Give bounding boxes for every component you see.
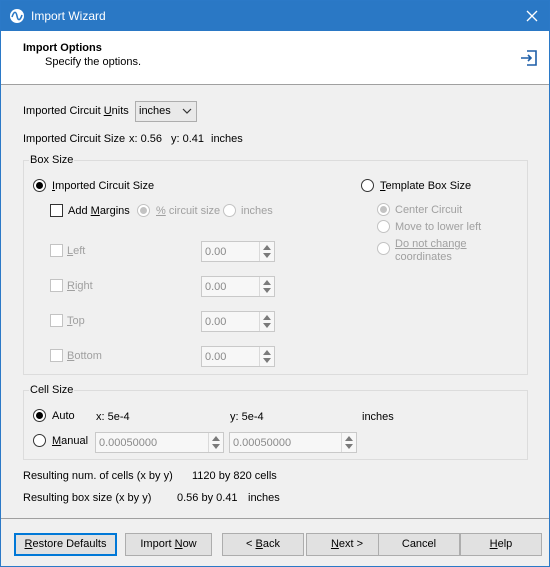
next-button[interactable]: Next > [306, 533, 388, 556]
title-bar: Import Wizard [1, 1, 549, 31]
result-box-value: 0.56 by 0.41 [177, 492, 238, 504]
cancel-button[interactable]: Cancel [378, 533, 460, 556]
bottom-margin-checkbox[interactable] [50, 349, 63, 362]
back-button[interactable]: < Back [222, 533, 304, 556]
lower-left-radio[interactable] [377, 220, 390, 233]
spin-arrows[interactable] [208, 433, 223, 452]
caret-down-icon [263, 358, 271, 363]
lower-left-label: Move to lower left [395, 221, 482, 233]
circuit-size-y: y: 0.41 [171, 133, 205, 145]
top-margin-stepper[interactable]: 0.00 [201, 311, 275, 332]
restore-defaults-button[interactable]: Restore Defaults [14, 533, 117, 556]
box-size-legend: Box Size [29, 154, 75, 166]
circuit-size-unit: inches [211, 133, 243, 145]
caret-down-icon [263, 288, 271, 293]
left-margin-stepper[interactable]: 0.00 [201, 241, 275, 262]
units-select[interactable]: inches [135, 101, 197, 122]
manual-label: Manual [52, 435, 89, 447]
caret-down-icon [263, 253, 271, 258]
bottom-margin-label: Bottom [67, 350, 102, 362]
caret-up-icon [263, 350, 271, 355]
units-label: Imported Circuit Units [23, 105, 129, 117]
spin-arrows[interactable] [259, 347, 274, 366]
add-margins-checkbox[interactable] [50, 204, 63, 217]
units-value: inches [139, 105, 171, 117]
footer-divider [1, 518, 549, 519]
bottom-margin-value: 0.00 [205, 351, 227, 363]
caret-down-icon [212, 444, 220, 449]
close-button[interactable] [515, 1, 549, 31]
app-logo-icon [10, 9, 24, 23]
margin-inches-radio[interactable] [223, 204, 236, 217]
right-margin-value: 0.00 [205, 281, 227, 293]
auto-label: Auto [52, 410, 75, 422]
circuit-size-label: Imported Circuit Size [23, 133, 126, 145]
imported-size-label: Imported Circuit Size [52, 180, 155, 192]
caret-up-icon [263, 315, 271, 320]
wizard-header: Import Options Specify the options. [1, 31, 549, 85]
caret-up-icon [263, 245, 271, 250]
margin-inches-label: inches [241, 205, 273, 217]
page-title: Import Options [23, 42, 102, 54]
no-change-radio[interactable] [377, 242, 390, 255]
result-box-label: Resulting box size (x by y) [23, 492, 152, 504]
cell-size-legend: Cell Size [29, 384, 75, 396]
margin-percent-radio[interactable] [137, 204, 150, 217]
manual-x-value: 0.00050000 [99, 437, 158, 449]
template-size-radio[interactable] [361, 179, 374, 192]
center-circuit-label: Center Circuit [395, 204, 463, 216]
right-margin-stepper[interactable]: 0.00 [201, 276, 275, 297]
chevron-down-icon [182, 108, 192, 114]
template-size-label: Template Box Size [380, 180, 472, 192]
manual-y-value: 0.00050000 [233, 437, 292, 449]
margin-percent-label: % circuit size [156, 205, 221, 217]
imported-size-radio[interactable] [33, 179, 46, 192]
auto-y: y: 5e-4 [230, 411, 264, 423]
manual-radio[interactable] [33, 434, 46, 447]
no-change-label-2: coordinates [395, 251, 452, 263]
right-margin-checkbox[interactable] [50, 279, 63, 292]
manual-x-stepper[interactable]: 0.00050000 [95, 432, 224, 453]
auto-radio[interactable] [33, 409, 46, 422]
left-margin-label: Left [67, 245, 86, 257]
import-now-button[interactable]: Import Now [125, 533, 212, 556]
help-button[interactable]: Help [460, 533, 542, 556]
spin-arrows[interactable] [259, 312, 274, 331]
right-margin-label: Right [67, 280, 93, 292]
bottom-margin-stepper[interactable]: 0.00 [201, 346, 275, 367]
caret-up-icon [212, 436, 220, 441]
left-margin-checkbox[interactable] [50, 244, 63, 257]
left-margin-value: 0.00 [205, 246, 227, 258]
spin-arrows[interactable] [341, 433, 356, 452]
top-margin-value: 0.00 [205, 316, 227, 328]
caret-down-icon [345, 444, 353, 449]
center-circuit-radio[interactable] [377, 203, 390, 216]
spin-arrows[interactable] [259, 277, 274, 296]
spin-arrows[interactable] [259, 242, 274, 261]
top-margin-checkbox[interactable] [50, 314, 63, 327]
result-cells-value: 1120 by 820 cells [192, 470, 277, 482]
auto-unit: inches [362, 411, 394, 423]
result-cells-label: Resulting num. of cells (x by y) [23, 470, 173, 482]
auto-x: x: 5e-4 [96, 411, 130, 423]
window-title: Import Wizard [31, 9, 106, 23]
page-subtitle: Specify the options. [45, 56, 142, 68]
top-margin-label: Top [67, 315, 85, 327]
import-wizard-window: Import Wizard Import Options Specify the… [0, 0, 550, 567]
box-size-group [23, 160, 528, 375]
caret-down-icon [263, 323, 271, 328]
result-box-unit: inches [248, 492, 280, 504]
manual-y-stepper[interactable]: 0.00050000 [229, 432, 357, 453]
no-change-label-1: Do not change [395, 238, 467, 250]
exit-icon[interactable] [519, 48, 539, 68]
caret-up-icon [263, 280, 271, 285]
close-icon [526, 10, 538, 22]
circuit-size-x: x: 0.56 [129, 133, 163, 145]
add-margins-label: Add Margins [68, 205, 130, 217]
caret-up-icon [345, 436, 353, 441]
